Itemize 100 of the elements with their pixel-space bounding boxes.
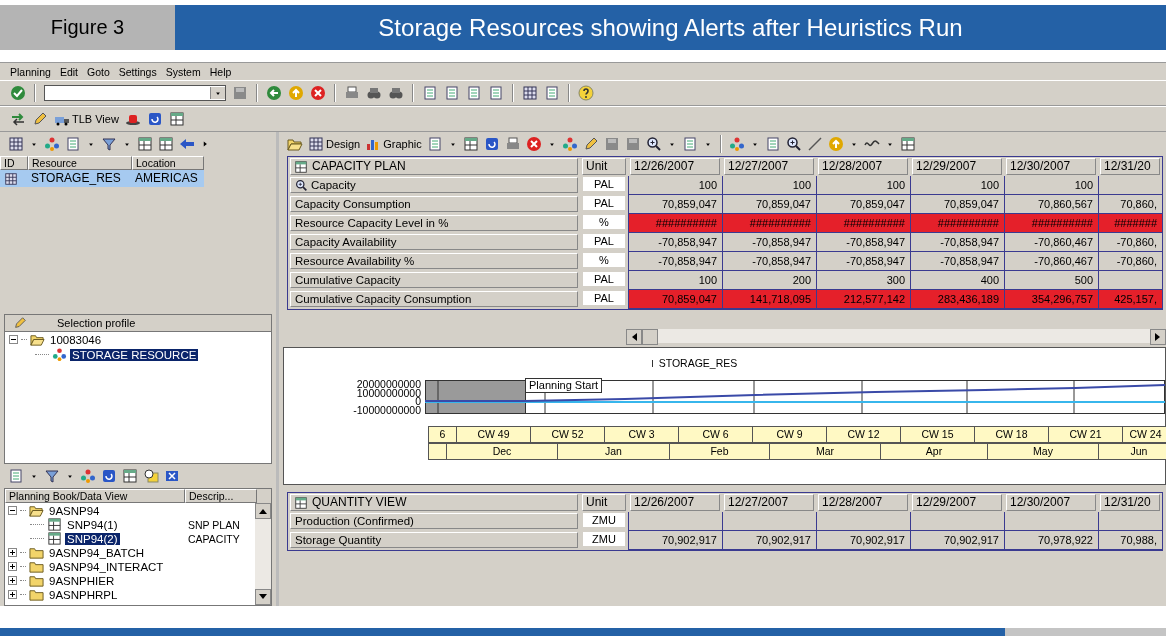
column-header[interactable]: Planning Book/Data View [5,489,185,503]
value-cell[interactable]: -70,858,947 [722,252,816,271]
value-cell[interactable]: ####### [1098,214,1162,233]
column-header[interactable]: Descrip... [185,489,257,503]
value-cell[interactable]: -70,858,947 [628,233,722,252]
page-icon[interactable] [681,136,698,152]
value-cell[interactable]: -70,858,947 [910,252,1004,271]
open-folder-icon[interactable] [287,136,303,152]
value-cell[interactable] [1098,512,1162,531]
value-cell[interactable]: -70,858,947 [816,233,910,252]
tree-item[interactable]: SNP94(1) [65,518,120,531]
value-cell[interactable]: -70,858,947 [910,233,1004,252]
value-cell[interactable] [1098,271,1162,290]
horizontal-scrollbar[interactable] [626,329,1166,343]
tree-toggle[interactable] [8,548,17,557]
page-icon[interactable] [65,136,81,152]
row-header[interactable]: Production (Confirmed) [290,513,578,529]
tree-item[interactable]: 9ASNPHIER [47,574,117,587]
cancel-icon[interactable] [310,85,326,101]
value-cell[interactable]: 100 [910,176,1004,195]
toolbar-button[interactable]: Graphic [365,136,422,152]
value-cell[interactable]: -70,858,947 [722,233,816,252]
value-cell[interactable]: -70,860, [1098,233,1162,252]
menu-item[interactable]: Settings [118,65,157,78]
value-cell[interactable]: -70,858,947 [628,252,722,271]
page-icon[interactable] [544,85,560,101]
value-cell[interactable]: ########## [910,214,1004,233]
table-icon[interactable] [122,468,138,484]
help-icon[interactable] [578,85,594,101]
menu-item[interactable]: Planning [10,65,51,78]
value-cell[interactable]: -70,858,947 [816,252,910,271]
value-cell[interactable]: -70,860,467 [1004,233,1098,252]
tree-item[interactable]: 9ASNPHRPL [47,588,120,601]
value-cell[interactable] [816,512,910,531]
clock-icon[interactable] [143,468,159,484]
funnel-icon[interactable] [44,468,60,484]
value-cell[interactable] [910,512,1004,531]
pencil-icon[interactable] [582,136,599,152]
line-icon[interactable] [806,136,823,152]
up-caret-icon[interactable] [259,508,267,514]
tree-item[interactable]: 9ASNP94 [47,504,102,517]
toolbar-button[interactable]: Design [308,136,361,152]
value-cell[interactable]: 200 [722,271,816,290]
refresh-icon[interactable] [483,136,500,152]
row-header[interactable]: Resource Capacity Level in % [290,215,578,231]
pencil-icon[interactable] [32,111,48,127]
menu-item[interactable]: Goto [86,65,110,78]
value-cell[interactable]: 70,978,922 [1004,531,1098,550]
tree-item[interactable]: 9ASNP94_INTERACT [47,560,166,573]
printer-icon[interactable] [504,136,521,152]
value-cell[interactable]: ########## [1004,214,1098,233]
value-cell[interactable]: 100 [628,271,722,290]
nodes-icon[interactable] [561,136,578,152]
refresh-icon[interactable] [101,468,117,484]
page-icon[interactable] [426,136,443,152]
page-icon[interactable] [8,468,24,484]
tree-item[interactable]: STORAGE RESOURCE [70,348,199,361]
menu-item[interactable]: Edit [59,65,78,78]
table-cell[interactable]: STORAGE_RES [28,170,132,187]
page-icon[interactable] [488,85,504,101]
tree-toggle[interactable] [8,562,17,571]
value-cell[interactable]: -70,860,467 [1004,252,1098,271]
value-cell[interactable]: 425,157, [1098,290,1162,309]
row-header[interactable]: Cumulative Capacity Consumption [290,291,578,307]
column-header[interactable]: Location [132,156,204,170]
value-cell[interactable]: ########## [628,214,722,233]
value-cell[interactable]: 70,859,047 [816,195,910,214]
page-icon[interactable] [422,85,438,101]
nodes-icon[interactable] [80,468,96,484]
row-icon-cell[interactable] [0,170,28,187]
value-cell[interactable]: 100 [816,176,910,195]
value-cell[interactable] [628,512,722,531]
table-icon[interactable] [137,136,153,152]
transfer-icon[interactable] [10,111,26,127]
column-header[interactable]: ID [0,156,28,170]
table-icon[interactable] [158,136,174,152]
table-cell[interactable]: AMERICAS [132,170,204,187]
value-cell[interactable]: 354,296,757 [1004,290,1098,309]
menu-item[interactable]: System [165,65,201,78]
refresh-icon[interactable] [146,111,163,127]
value-cell[interactable]: 70,902,917 [628,531,722,550]
grid-icon[interactable] [522,85,538,101]
nodes-icon[interactable] [728,136,745,152]
value-cell[interactable]: 100 [722,176,816,195]
page-icon[interactable] [444,85,460,101]
page-icon[interactable] [466,85,482,101]
value-cell[interactable]: 100 [1004,176,1098,195]
grid-icon[interactable] [8,136,24,152]
row-header[interactable]: Cumulative Capacity [290,272,578,288]
tree-item[interactable]: 10083046 [48,333,104,346]
nodes-icon[interactable] [44,136,60,152]
funnel-icon[interactable] [101,136,117,152]
table-icon[interactable] [899,136,916,152]
value-cell[interactable]: 70,902,917 [722,531,816,550]
tree-item[interactable]: SNP94(2) [65,532,120,545]
magnifier-icon[interactable] [785,136,802,152]
row-header[interactable]: Capacity Availability [290,234,578,250]
command-field[interactable] [44,85,226,101]
value-cell[interactable]: 212,577,142 [816,290,910,309]
row-header[interactable]: Storage Quantity [290,532,578,548]
